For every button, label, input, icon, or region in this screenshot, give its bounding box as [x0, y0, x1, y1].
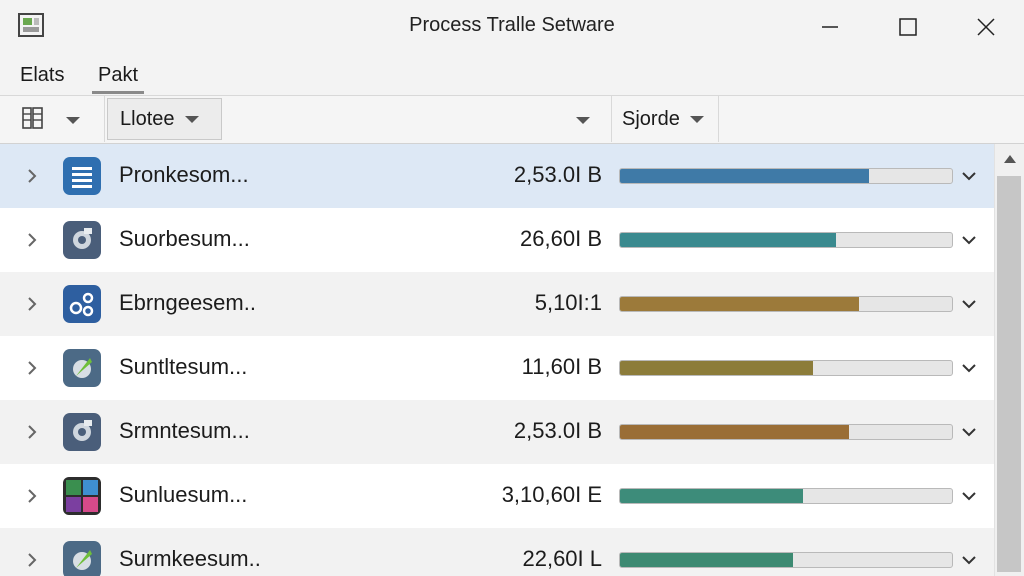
- chevron-down-icon[interactable]: [960, 552, 978, 568]
- minimize-button[interactable]: [810, 8, 850, 46]
- scrollbar-thumb[interactable]: [997, 176, 1021, 572]
- chevron-right-icon[interactable]: [22, 422, 42, 442]
- process-size: 2,53.0I B: [513, 162, 602, 187]
- process-name: Ebrngeesem..: [119, 290, 256, 315]
- process-size: 26,60I B: [520, 226, 602, 251]
- view-columns-button[interactable]: [12, 100, 102, 140]
- table-row[interactable]: Suorbesum... 26,60I B: [0, 208, 994, 272]
- column-header: Llotee Sjorde: [0, 96, 1024, 144]
- column-divider: [718, 96, 719, 142]
- column-size-sort-button[interactable]: [565, 110, 601, 130]
- chevron-right-icon[interactable]: [22, 166, 42, 186]
- usage-bar-fill: [620, 169, 869, 183]
- chevron-down-icon[interactable]: [960, 424, 978, 440]
- close-button[interactable]: [966, 8, 1006, 46]
- list-app-icon: [62, 156, 102, 196]
- column-sort-header[interactable]: Sjorde: [613, 98, 717, 140]
- chevron-down-icon: [576, 116, 590, 124]
- chevron-right-icon[interactable]: [22, 550, 42, 570]
- window-title: Process Tralle Setware: [409, 14, 615, 36]
- process-size: 5,10I:1: [534, 290, 602, 315]
- usage-bar-fill: [620, 489, 803, 503]
- process-name: Suorbesum...: [119, 226, 250, 251]
- vertical-scrollbar[interactable]: [994, 144, 1024, 576]
- title-bar: Process Tralle Setware: [0, 0, 1024, 54]
- gear-app-icon: [62, 220, 102, 260]
- usage-bar: [619, 488, 953, 504]
- usage-bar: [619, 360, 953, 376]
- process-size: 2,53.0I B: [513, 418, 602, 443]
- chevron-right-icon[interactable]: [22, 230, 42, 250]
- column-divider: [611, 96, 612, 142]
- chevron-down-icon: [689, 115, 704, 123]
- chevron-down-icon[interactable]: [960, 360, 978, 376]
- scroll-up-icon[interactable]: [1002, 152, 1018, 164]
- table-row[interactable]: Surmkeesum.. 22,60I L: [0, 528, 994, 576]
- table-row[interactable]: Ebrngeesem.. 5,10I:1: [0, 272, 994, 336]
- table-row[interactable]: Pronkesom... 2,53.0I B: [0, 144, 994, 208]
- leaf-app-icon: [62, 540, 102, 576]
- chevron-down-icon: [184, 115, 199, 123]
- column-divider: [104, 96, 105, 142]
- close-icon: [976, 17, 996, 37]
- maximize-icon: [898, 17, 918, 37]
- columns-view-icon: [20, 105, 46, 136]
- table-row[interactable]: Suntltesum... 11,60I B: [0, 336, 994, 400]
- grid-app-icon: [62, 476, 102, 516]
- table-row[interactable]: Srmntesum... 2,53.0I B: [0, 400, 994, 464]
- usage-bar: [619, 232, 953, 248]
- network-app-icon: [62, 284, 102, 324]
- maximize-button[interactable]: [888, 8, 928, 46]
- leaf-app-icon: [62, 348, 102, 388]
- minimize-icon: [821, 18, 839, 36]
- usage-bar-fill: [620, 425, 850, 439]
- usage-bar-fill: [620, 297, 860, 311]
- chevron-right-icon[interactable]: [22, 358, 42, 378]
- chevron-right-icon[interactable]: [22, 486, 42, 506]
- column-sort-label: Sjorde: [622, 107, 680, 130]
- chevron-right-icon[interactable]: [22, 294, 42, 314]
- process-size: 22,60I L: [522, 546, 602, 571]
- chevron-down-icon[interactable]: [960, 488, 978, 504]
- chevron-down-icon[interactable]: [960, 296, 978, 312]
- usage-bar: [619, 296, 953, 312]
- active-menu-indicator: [92, 91, 144, 94]
- menu-item-elats[interactable]: Elats: [20, 64, 64, 87]
- process-name: Sunluesum...: [119, 482, 248, 507]
- process-name: Pronkesom...: [119, 162, 249, 187]
- usage-bar-fill: [620, 233, 836, 247]
- table-row[interactable]: Sunluesum... 3,10,60I E: [0, 464, 994, 528]
- usage-bar: [619, 552, 953, 568]
- process-size: 11,60I B: [521, 354, 602, 379]
- menu-item-pakt[interactable]: Pakt: [98, 64, 138, 87]
- gear-app-icon: [62, 412, 102, 452]
- usage-bar-fill: [620, 361, 813, 375]
- chevron-down-icon[interactable]: [960, 168, 978, 184]
- chevron-down-icon: [66, 116, 80, 124]
- column-name-header[interactable]: Llotee: [107, 98, 222, 140]
- usage-bar-fill: [620, 553, 793, 567]
- process-list: Pronkesom... 2,53.0I B Suorbesum... 26,60I …: [0, 144, 994, 576]
- chevron-down-icon[interactable]: [960, 232, 978, 248]
- process-name: Surmkeesum..: [119, 546, 261, 571]
- usage-bar: [619, 168, 953, 184]
- process-name: Srmntesum...: [119, 418, 250, 443]
- menu-bar: Elats Pakt: [0, 54, 1024, 96]
- process-name: Suntltesum...: [119, 354, 248, 379]
- usage-bar: [619, 424, 953, 440]
- process-size: 3,10,60I E: [501, 482, 602, 507]
- column-name-label: Llotee: [120, 107, 175, 130]
